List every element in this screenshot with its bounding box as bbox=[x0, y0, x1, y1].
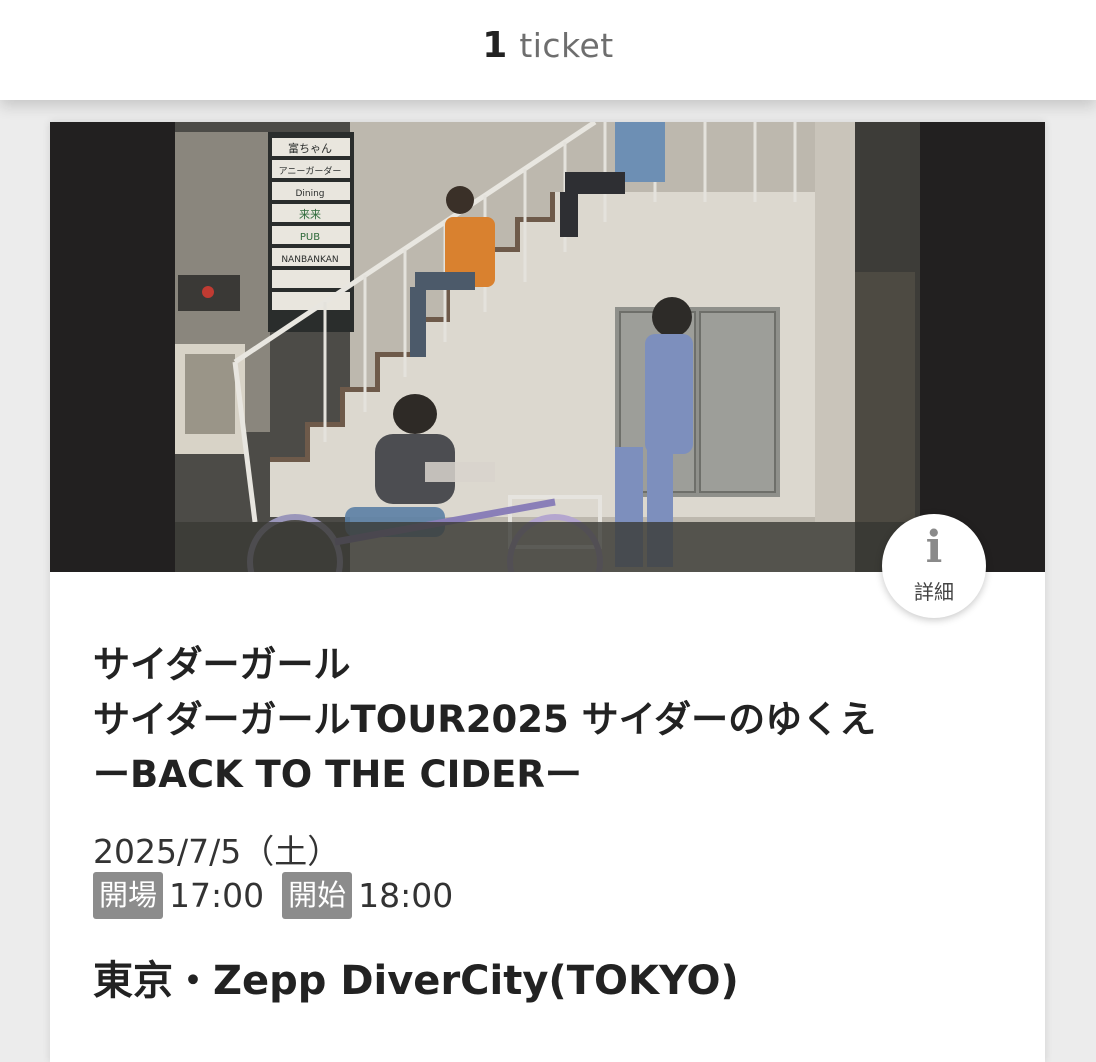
artist-photo-illustration: 富ちゃん アニーガーダー Dining 来来 PUB NANBANKAN bbox=[175, 122, 920, 572]
venue-name: 東京・Zepp DiverCity(TOKYO) bbox=[93, 958, 739, 1004]
photo-sign-1: 富ちゃん bbox=[288, 141, 332, 155]
details-button[interactable]: i 詳細 bbox=[882, 514, 986, 618]
event-title: サイダーガール サイダーガールTOUR2025 サイダーのゆくえ ーBACK T… bbox=[93, 637, 993, 802]
doors-open-tag: 開場 bbox=[93, 871, 164, 919]
event-times: 開場 17:00 開始 18:00 bbox=[93, 870, 471, 920]
photo-sign-4: 来来 bbox=[299, 208, 321, 221]
photo-sign-2: アニーガーダー bbox=[279, 165, 342, 177]
info-icon: i bbox=[925, 522, 943, 573]
photo-sign-3: Dining bbox=[295, 189, 324, 199]
details-button-label: 詳細 bbox=[914, 580, 954, 604]
artist-name: サイダーガール bbox=[93, 643, 351, 686]
ticket-count-header: 1 ticket bbox=[0, 0, 1096, 100]
show-start-time: 18:00 bbox=[358, 875, 454, 915]
ticket-count: 1 bbox=[482, 24, 508, 66]
event-date: 2025/7/5（土） bbox=[93, 832, 341, 871]
doors-open-time: 17:00 bbox=[169, 875, 265, 915]
event-hero-image: 富ちゃん アニーガーダー Dining 来来 PUB NANBANKAN bbox=[50, 122, 1045, 572]
ticket-word: ticket bbox=[519, 25, 614, 65]
photo-sign-5: PUB bbox=[300, 232, 320, 243]
artist-photo: 富ちゃん アニーガーダー Dining 来来 PUB NANBANKAN bbox=[175, 122, 920, 572]
tour-title: サイダーガールTOUR2025 サイダーのゆくえ bbox=[93, 698, 877, 741]
tour-subtitle: ーBACK TO THE CIDERー bbox=[93, 753, 582, 796]
photo-sign-6: NANBANKAN bbox=[281, 255, 338, 265]
show-start-tag: 開始 bbox=[282, 871, 353, 919]
ticket-card[interactable]: 富ちゃん アニーガーダー Dining 来来 PUB NANBANKAN i 詳… bbox=[50, 122, 1045, 1062]
